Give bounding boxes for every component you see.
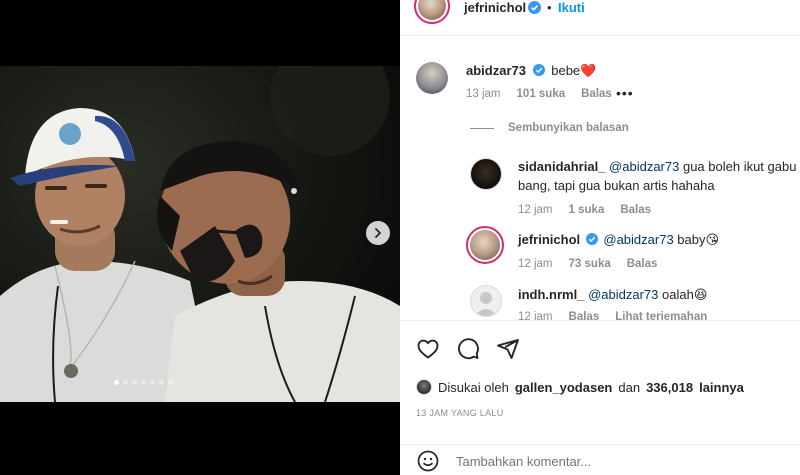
reply-time: 12 jam [518, 204, 553, 216]
reply-username[interactable]: jefrinichol [518, 232, 580, 247]
reply-mention[interactable]: @abidzar73 [609, 159, 679, 174]
reply-text: gua boleh ikut gabu [682, 159, 797, 174]
reply-body-line2: bang, tapi gua bukan artis hahaha [518, 178, 715, 193]
carousel-dots [114, 380, 173, 385]
more-options-icon[interactable]: ••• [616, 85, 634, 101]
commenter-avatar[interactable] [416, 62, 448, 94]
post-actions: Disukai oleh gallen_yodasen dan 336,018 … [400, 320, 800, 475]
comment-likes[interactable]: 101 suka [517, 88, 566, 100]
reply-button[interactable]: Balas [620, 204, 651, 216]
emoji-picker-icon[interactable] [416, 449, 440, 473]
comment-meta: 13 jam 101 suka Balas [466, 88, 612, 100]
reply-avatar[interactable] [466, 226, 504, 264]
liker-username[interactable]: gallen_yodasen [515, 380, 613, 395]
photo-illustration [0, 66, 400, 402]
post-detail-panel: jefrinichol • Ikuti abidzar73 bebe❤️ 13 … [400, 0, 800, 475]
comment-username[interactable]: abidzar73 [466, 63, 526, 78]
likes-suffix[interactable]: lainnya [699, 380, 744, 395]
next-photo-button[interactable] [366, 221, 390, 245]
reply-text: bang, tapi gua bukan artis hahaha [518, 178, 715, 193]
reply-text: baby [677, 232, 706, 247]
reply-avatar[interactable] [470, 285, 502, 317]
carousel-dot [168, 380, 173, 385]
divider-line [470, 127, 494, 129]
reply-button[interactable]: Balas [627, 258, 658, 270]
likes-summary: Disukai oleh gallen_yodasen dan 336,018 … [416, 379, 744, 395]
author-avatar[interactable] [414, 0, 450, 24]
comment-body: abidzar73 bebe❤️ [466, 63, 596, 79]
like-heart-icon[interactable] [416, 337, 440, 361]
likes-count[interactable]: 336,018 [646, 380, 693, 395]
laugh-emoji-icon: 😆 [693, 287, 708, 302]
add-comment-input[interactable] [456, 454, 756, 469]
carousel-dot [114, 380, 119, 385]
default-avatar-icon [475, 292, 497, 316]
carousel-dot [159, 380, 164, 385]
likes-prefix: Disukai oleh [438, 379, 509, 395]
kiss-emoji-icon: 😘 [705, 232, 720, 247]
media-pane [0, 0, 400, 475]
comment-bubble-icon[interactable] [456, 337, 480, 361]
verified-badge-icon [585, 233, 598, 245]
reply-body: sidanidahrial_ @abidzar73 gua boleh ikut… [518, 159, 796, 174]
carousel-dot [141, 380, 146, 385]
reply-body: jefrinichol @abidzar73 baby😘 [518, 232, 719, 248]
author-username[interactable]: jefrinichol [464, 0, 526, 15]
hide-replies-label: Sembunyikan balasan [508, 122, 629, 134]
likes-middle: dan [618, 379, 641, 395]
verified-badge-icon [528, 1, 541, 14]
share-send-icon[interactable] [496, 337, 520, 361]
reply-likes[interactable]: 73 suka [569, 258, 611, 270]
reply-button[interactable]: Balas [581, 88, 612, 100]
reply-body: indh.nrml_ @abidzar73 oalah😆 [518, 287, 707, 303]
reply-meta: 12 jam 73 suka Balas [518, 258, 657, 270]
reply-mention[interactable]: @abidzar73 [603, 232, 673, 247]
liker-avatar[interactable] [416, 379, 432, 395]
reply-mention[interactable]: @abidzar73 [588, 287, 658, 302]
reply-text: oalah [662, 287, 694, 302]
reply-time: 12 jam [518, 258, 553, 270]
post-timestamp[interactable]: 13 JAM YANG LALU [416, 408, 504, 418]
follow-button[interactable]: Ikuti [558, 0, 585, 15]
comment-time: 13 jam [466, 88, 501, 100]
post-header: jefrinichol • Ikuti [400, 0, 800, 36]
chevron-right-icon [375, 228, 381, 238]
reply-meta: 12 jam 1 suka Balas [518, 204, 651, 216]
follow-separator: • [547, 0, 552, 15]
heart-emoji-icon: ❤️ [580, 63, 597, 78]
hide-replies-toggle[interactable]: Sembunyikan balasan [470, 122, 629, 134]
reply-username[interactable]: indh.nrml_ [518, 287, 584, 302]
comment-text: bebe [551, 63, 581, 78]
reply-likes[interactable]: 1 suka [569, 204, 605, 216]
post-photo[interactable] [0, 66, 400, 402]
reply-username[interactable]: sidanidahrial_ [518, 159, 605, 174]
add-comment-bar [400, 444, 800, 475]
reply-avatar[interactable] [470, 158, 502, 190]
carousel-dot [123, 380, 128, 385]
carousel-dot [150, 380, 155, 385]
verified-badge-icon [532, 64, 545, 76]
carousel-dot [132, 380, 137, 385]
